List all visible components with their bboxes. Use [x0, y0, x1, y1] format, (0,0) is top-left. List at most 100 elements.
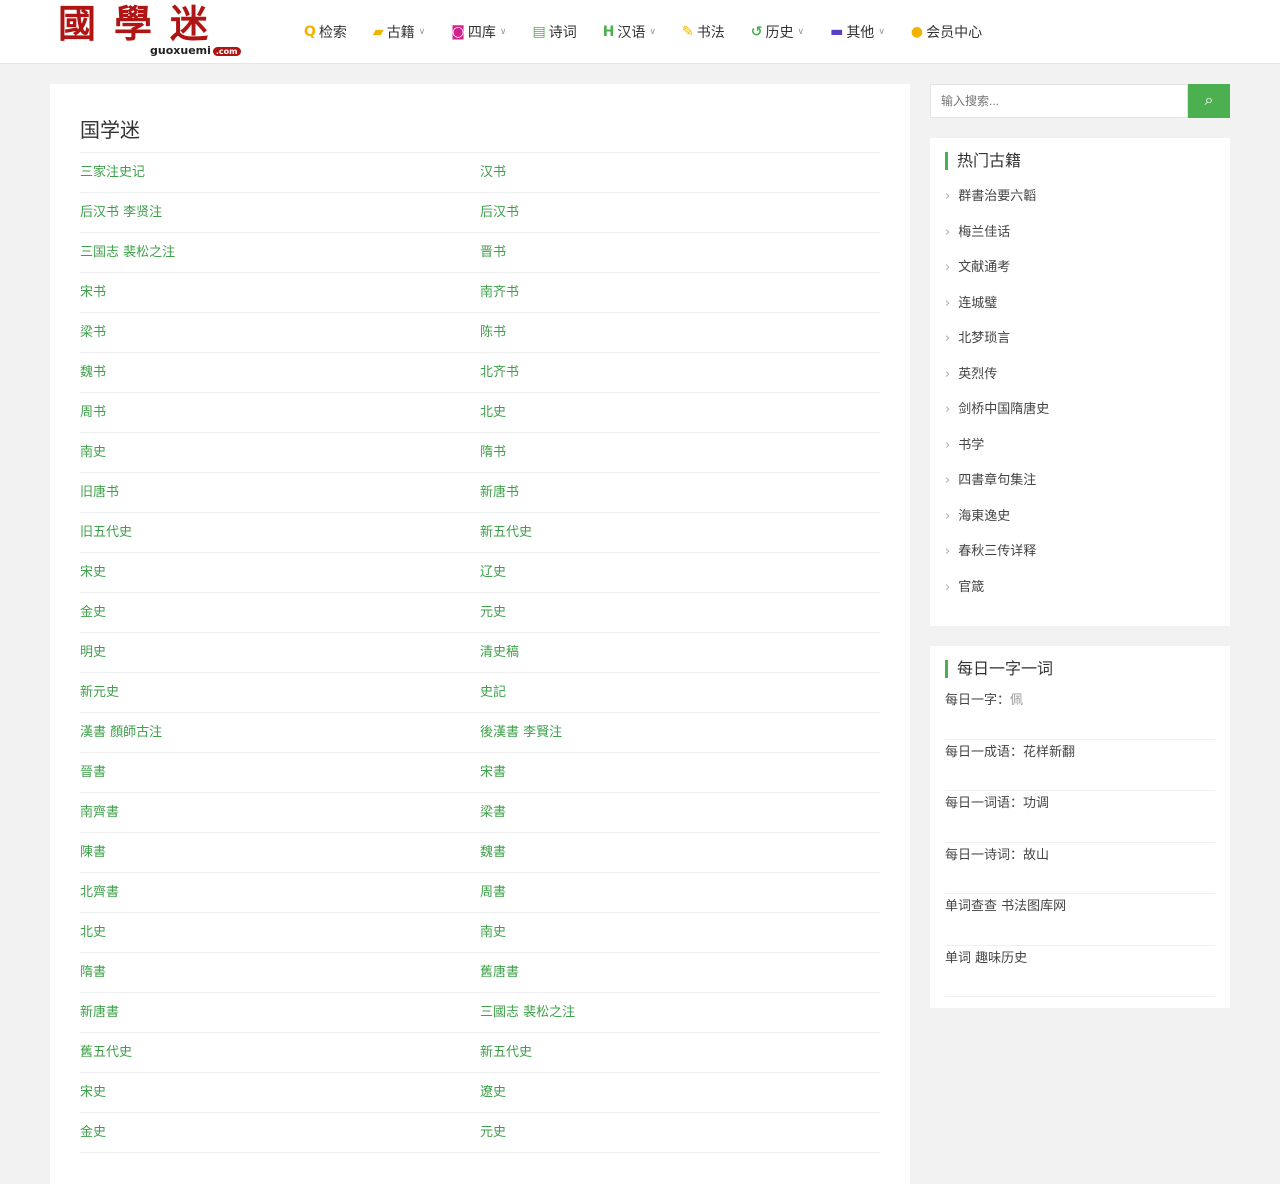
book-link[interactable]: 魏書 — [480, 833, 880, 873]
hot-book-link[interactable]: 英烈传 — [945, 362, 1215, 398]
nav-label: 四库 — [467, 25, 496, 41]
nav-item-8[interactable]: ● 会员中心 — [911, 22, 982, 42]
widget-title: 热门古籍 — [945, 152, 1215, 170]
book-link[interactable]: 旧唐书 — [80, 473, 480, 513]
book-link[interactable]: 旧五代史 — [80, 513, 480, 553]
book-link[interactable]: 元史 — [480, 593, 880, 633]
nav-item-4[interactable]: H 汉语 ∨ — [603, 22, 656, 42]
search-input[interactable] — [930, 84, 1188, 118]
user-icon: ● — [910, 24, 924, 40]
daily-value[interactable]: 花样新翻 — [1023, 745, 1075, 760]
book-link[interactable]: 晋书 — [480, 233, 880, 273]
book-link[interactable]: 新唐書 — [80, 993, 480, 1033]
hot-book-link[interactable]: 连城璧 — [945, 291, 1215, 327]
book-link[interactable]: 南齐书 — [480, 273, 880, 313]
book-link[interactable]: 舊五代史 — [80, 1033, 480, 1073]
site-logo[interactable]: 國學迷 guoxuemi .com — [58, 4, 243, 60]
book-link[interactable]: 後漢書 李賢注 — [480, 713, 880, 753]
book-link[interactable]: 北史 — [480, 393, 880, 433]
daily-value[interactable]: 故山 — [1023, 848, 1049, 863]
book-link[interactable]: 宋史 — [80, 1073, 480, 1113]
daily-item[interactable]: 每日一成语：花样新翻 — [945, 740, 1215, 791]
nav-item-3[interactable]: ▤ 诗词 — [532, 22, 576, 42]
daily-item[interactable]: 每日一诗词：故山 — [945, 843, 1215, 894]
book-link[interactable]: 辽史 — [480, 553, 880, 593]
main-nav: Q 检索 ▰ 古籍 ∨ ◙ 四库 ∨ ▤ 诗词 H 汉语 ∨ ✎ 书法 ↺ 历史 ∨ ▬ 其他 ∨ ● 会员中心 — [304, 22, 1008, 42]
book-link[interactable]: 后汉书 — [480, 193, 880, 233]
daily-label: 每日一成语： — [945, 744, 1024, 760]
hot-book-link[interactable]: 春秋三传详释 — [945, 539, 1215, 575]
book-link[interactable]: 后汉书 李贤注 — [80, 193, 480, 233]
book-link[interactable]: 陈书 — [480, 313, 880, 353]
book-link[interactable]: 清史稿 — [480, 633, 880, 673]
main-card: 国学迷 三家注史记 汉书 后汉书 李贤注 后汉书 三国志 裴松之注 晋书 宋书 南齐书 梁书 陈书… — [50, 84, 910, 1184]
book-link[interactable]: 北齐书 — [480, 353, 880, 393]
hot-book-link[interactable]: 四書章句集注 — [945, 468, 1215, 504]
nav-item-1[interactable]: ▰ 古籍 ∨ — [373, 22, 425, 42]
book-link[interactable]: 隋書 — [80, 953, 480, 993]
hot-book-link[interactable]: 文献通考 — [945, 255, 1215, 291]
book-link[interactable]: 史記 — [480, 673, 880, 713]
hot-book-link[interactable]: 剑桥中国隋唐史 — [945, 397, 1215, 433]
book-link[interactable]: 汉书 — [480, 153, 880, 193]
hot-book-link[interactable]: 官箴 — [945, 575, 1215, 611]
book-link[interactable]: 梁书 — [80, 313, 480, 353]
book-link[interactable]: 金史 — [80, 593, 480, 633]
book-link[interactable]: 宋書 — [480, 753, 880, 793]
book-link[interactable]: 三國志 裴松之注 — [480, 993, 880, 1033]
search-icon: ⌕ — [1204, 92, 1214, 109]
book-link[interactable]: 周书 — [80, 393, 480, 433]
nav-item-2[interactable]: ◙ 四库 ∨ — [451, 22, 506, 42]
book-link[interactable]: 宋书 — [80, 273, 480, 313]
book-link[interactable]: 新五代史 — [480, 513, 880, 553]
book-link[interactable]: 明史 — [80, 633, 480, 673]
book-link[interactable]: 隋书 — [480, 433, 880, 473]
daily-value[interactable]: 书法图库网 — [1001, 899, 1066, 914]
book-link[interactable]: 晉書 — [80, 753, 480, 793]
daily-item[interactable]: 单词 趣味历史 — [945, 946, 1215, 997]
hot-book-link[interactable]: 北梦琐言 — [945, 326, 1215, 362]
book-link[interactable]: 魏书 — [80, 353, 480, 393]
hot-book-link[interactable]: 书学 — [945, 433, 1215, 469]
book-link[interactable]: 三国志 裴松之注 — [80, 233, 480, 273]
hot-book-link[interactable]: 梅兰佳话 — [945, 220, 1215, 256]
nav-item-0[interactable]: Q 检索 — [304, 22, 347, 42]
book-link[interactable]: 北史 — [80, 913, 480, 953]
book-link[interactable]: 遼史 — [480, 1073, 880, 1113]
search-button[interactable]: ⌕ — [1188, 84, 1230, 118]
daily-item[interactable]: 每日一字：佩 — [945, 688, 1215, 740]
search-icon: Q — [304, 24, 316, 40]
book-link[interactable]: 宋史 — [80, 553, 480, 593]
chevron-down-icon: ∨ — [499, 27, 507, 37]
book-link[interactable]: 陳書 — [80, 833, 480, 873]
book-link[interactable]: 新元史 — [80, 673, 480, 713]
book-link[interactable]: 舊唐書 — [480, 953, 880, 993]
book-link[interactable]: 北齊書 — [80, 873, 480, 913]
book-link[interactable]: 元史 — [480, 1113, 880, 1153]
daily-item[interactable]: 单词查查 书法图库网 — [945, 894, 1215, 946]
daily-widget: 每日一字一词 每日一字：佩 每日一成语：花样新翻 每日一词语：功调 每日一诗词：故山单… — [930, 646, 1230, 1008]
book-link[interactable]: 梁書 — [480, 793, 880, 833]
nav-label: 历史 — [765, 25, 794, 41]
book-link[interactable]: 南史 — [480, 913, 880, 953]
daily-value[interactable]: 功调 — [1023, 796, 1049, 811]
nav-label: 书法 — [696, 25, 725, 41]
hot-book-link[interactable]: 群書治要六韜 — [945, 184, 1215, 220]
book-link[interactable]: 新唐书 — [480, 473, 880, 513]
daily-item[interactable]: 每日一词语：功调 — [945, 791, 1215, 843]
book-link[interactable]: 漢書 顏師古注 — [80, 713, 480, 753]
h-icon: H — [602, 24, 615, 40]
book-link[interactable]: 南史 — [80, 433, 480, 473]
book-link[interactable]: 南齊書 — [80, 793, 480, 833]
book-link[interactable]: 周書 — [480, 873, 880, 913]
daily-value[interactable]: 趣味历史 — [975, 951, 1027, 966]
hot-book-link[interactable]: 海東逸史 — [945, 504, 1215, 540]
book-link[interactable]: 新五代史 — [480, 1033, 880, 1073]
daily-value[interactable]: 佩 — [1010, 693, 1023, 708]
nav-label: 汉语 — [617, 25, 646, 41]
book-link[interactable]: 金史 — [80, 1113, 480, 1153]
nav-item-6[interactable]: ↺ 历史 ∨ — [751, 22, 804, 42]
nav-item-7[interactable]: ▬ 其他 ∨ — [830, 22, 885, 42]
nav-item-5[interactable]: ✎ 书法 — [682, 22, 725, 42]
book-link[interactable]: 三家注史记 — [80, 153, 480, 193]
